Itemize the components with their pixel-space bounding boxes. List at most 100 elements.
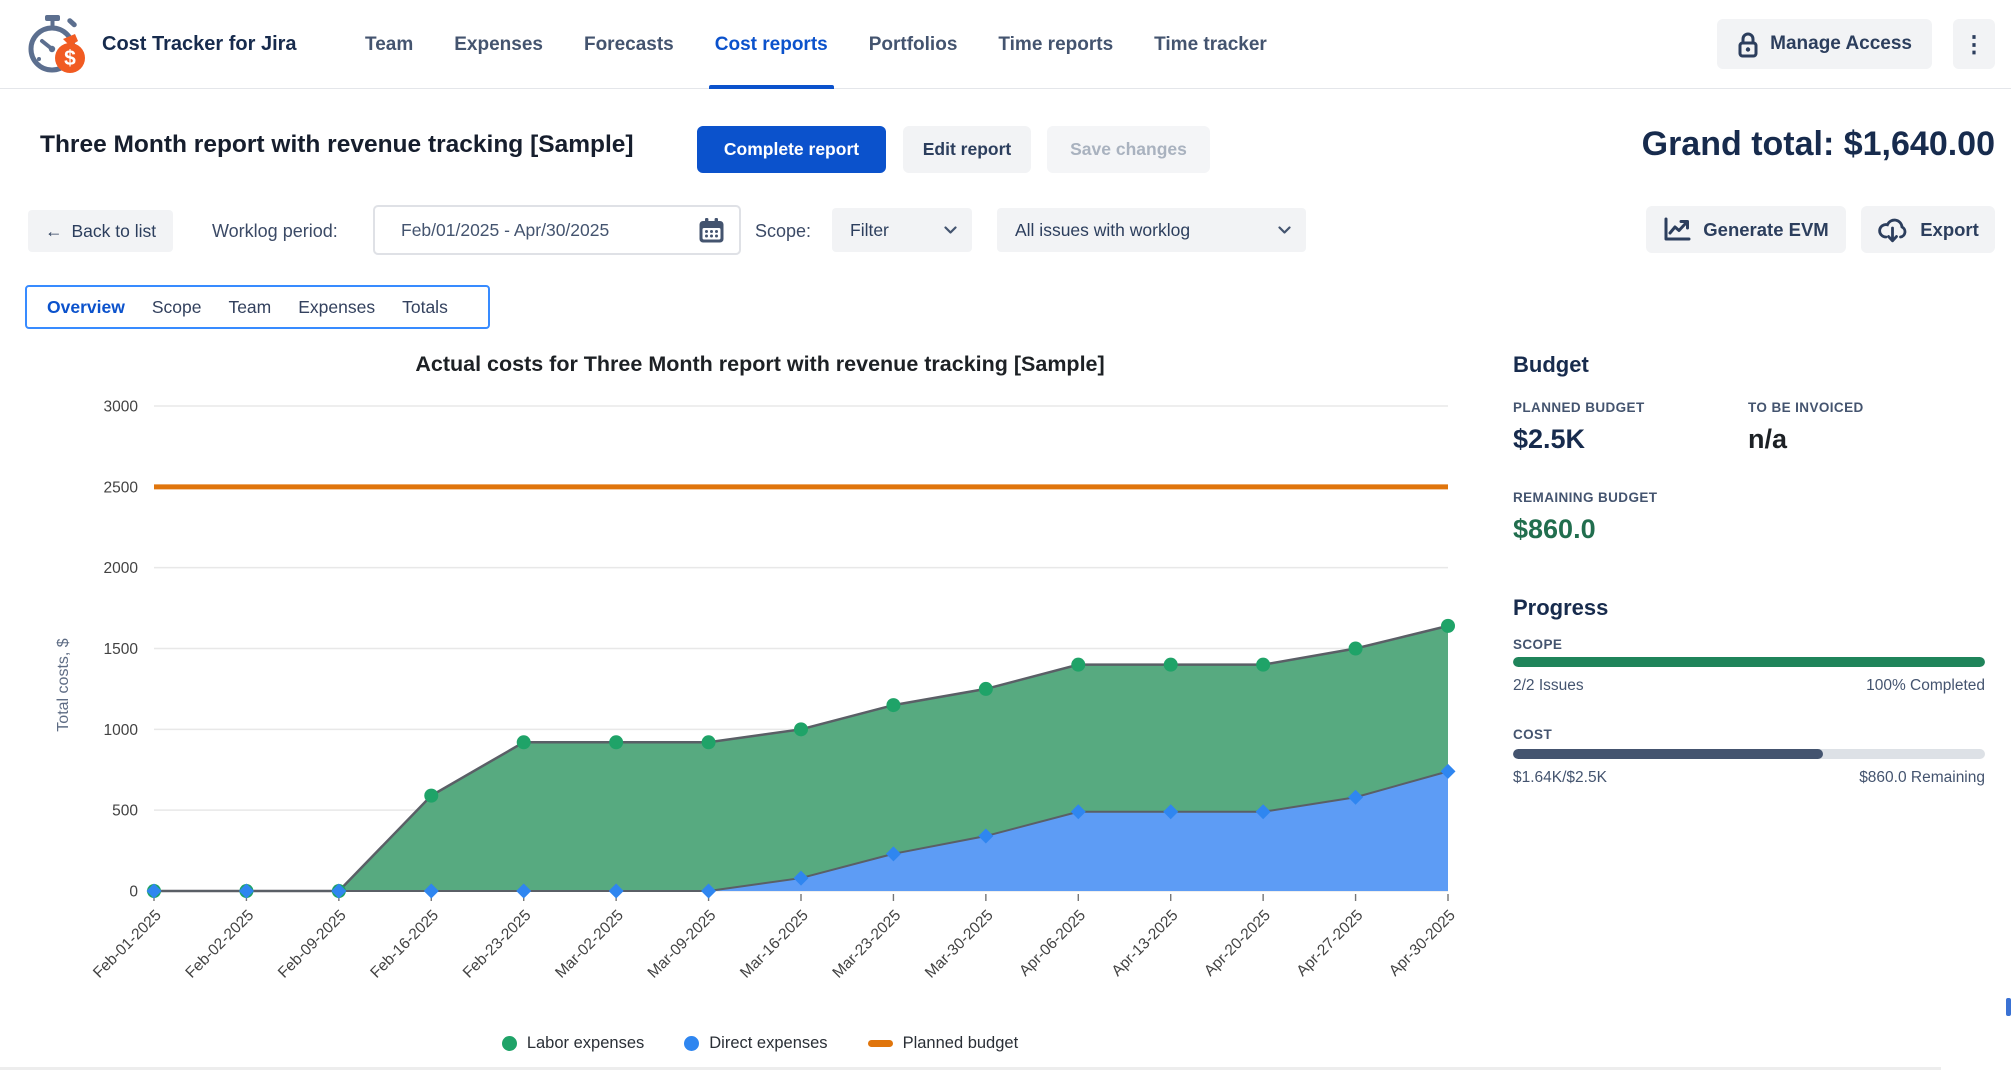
remaining-budget-label: REMAINING BUDGET [1513, 490, 1657, 505]
svg-text:Apr-20-2025: Apr-20-2025 [1201, 907, 1274, 980]
kebab-icon: ⋮ [1963, 31, 1986, 57]
manage-access-label: Manage Access [1770, 33, 1912, 55]
to-be-invoiced-label: TO BE INVOICED [1748, 400, 1864, 415]
more-options-button[interactable]: ⋮ [1953, 19, 1995, 69]
scope-progress-bar [1513, 657, 1985, 667]
generate-evm-button[interactable]: Generate EVM [1646, 206, 1846, 253]
worklog-period-input[interactable] [375, 220, 698, 241]
svg-text:Apr-13-2025: Apr-13-2025 [1109, 907, 1182, 980]
nav-item-cost-reports[interactable]: Cost reports [715, 0, 828, 89]
legend-labor-expenses-label: Labor expenses [527, 1034, 644, 1053]
progress-heading: Progress [1513, 595, 1608, 621]
cost-progress-label: COST [1513, 727, 1552, 742]
worklog-period-field[interactable] [373, 205, 741, 255]
legend-marker-dash [868, 1040, 893, 1047]
lock-icon [1737, 31, 1759, 58]
legend-direct-expenses-label: Direct expenses [709, 1034, 827, 1053]
page-title: Three Month report with revenue tracking… [40, 131, 634, 159]
issues-scope-value: All issues with worklog [1015, 220, 1190, 241]
back-to-list-button[interactable]: ← Back to list [28, 210, 173, 252]
report-tabs: Overview Scope Team Expenses Totals [25, 285, 490, 329]
cost-progress-fill [1513, 749, 1823, 759]
manage-access-button[interactable]: Manage Access [1717, 19, 1932, 69]
chart-title: Actual costs for Three Month report with… [30, 352, 1490, 377]
worklog-period-label: Worklog period: [212, 210, 338, 252]
app-header: $ Cost Tracker for Jira Team Expenses Fore… [0, 0, 2011, 89]
tab-scope[interactable]: Scope [152, 297, 202, 318]
scope-progress-fill [1513, 657, 1985, 667]
generate-evm-label: Generate EVM [1703, 219, 1828, 241]
svg-text:Mar-23-2025: Mar-23-2025 [829, 907, 904, 982]
nav-item-time-tracker[interactable]: Time tracker [1154, 0, 1267, 89]
legend-direct-expenses: Direct expenses [684, 1034, 827, 1053]
scope-issues-text: 2/2 Issues [1513, 677, 1584, 695]
svg-text:Apr-30-2025: Apr-30-2025 [1386, 907, 1459, 980]
nav-item-forecasts[interactable]: Forecasts [584, 0, 674, 89]
svg-text:1000: 1000 [104, 722, 139, 739]
svg-text:500: 500 [112, 803, 138, 820]
cloud-download-icon [1877, 216, 1908, 243]
cost-spent-text: $1.64K/$2.5K [1513, 769, 1607, 787]
to-be-invoiced-value: n/a [1748, 424, 1864, 455]
scope-filter-value: Filter [850, 220, 889, 241]
back-to-list-label: Back to list [72, 221, 157, 242]
svg-text:Mar-09-2025: Mar-09-2025 [645, 907, 720, 982]
save-changes-button: Save changes [1047, 126, 1210, 173]
chevron-down-icon [944, 226, 957, 235]
svg-text:Feb-23-2025: Feb-23-2025 [460, 907, 535, 982]
svg-text:Mar-02-2025: Mar-02-2025 [552, 907, 627, 982]
tab-overview[interactable]: Overview [47, 297, 125, 318]
vertical-scrollbar-thumb[interactable] [2006, 998, 2011, 1016]
scope-filter-dropdown[interactable]: Filter [832, 208, 972, 252]
line-chart-icon [1663, 217, 1691, 242]
grand-total: Grand total: $1,640.00 [1642, 125, 1995, 164]
calendar-icon[interactable] [698, 217, 725, 244]
svg-text:2000: 2000 [104, 560, 139, 577]
app-logo-icon: $ [25, 13, 87, 80]
issues-scope-dropdown[interactable]: All issues with worklog [997, 208, 1306, 252]
tab-team[interactable]: Team [228, 297, 271, 318]
svg-text:Feb-16-2025: Feb-16-2025 [367, 907, 442, 982]
svg-text:3000: 3000 [104, 399, 139, 416]
nav-item-portfolios[interactable]: Portfolios [869, 0, 958, 89]
svg-text:Apr-27-2025: Apr-27-2025 [1293, 907, 1366, 980]
app-title: Cost Tracker for Jira [102, 0, 297, 89]
svg-text:Mar-16-2025: Mar-16-2025 [737, 907, 812, 982]
scope-progress-label: SCOPE [1513, 637, 1562, 652]
svg-text:Feb-02-2025: Feb-02-2025 [182, 907, 257, 982]
to-be-invoiced-block: TO BE INVOICED n/a [1748, 400, 1864, 455]
svg-text:Feb-09-2025: Feb-09-2025 [275, 907, 350, 982]
chevron-down-icon [1278, 226, 1291, 235]
main-nav: Team Expenses Forecasts Cost reports Portfol… [365, 0, 1267, 89]
tab-totals[interactable]: Totals [402, 297, 448, 318]
nav-item-time-reports[interactable]: Time reports [998, 0, 1113, 89]
cost-chart-svg[interactable]: 050010001500200025003000Feb-01-2025Feb-0… [30, 390, 1490, 1070]
tab-expenses[interactable]: Expenses [298, 297, 375, 318]
scope-completed-text: 100% Completed [1866, 677, 1985, 695]
svg-text:Total costs, $: Total costs, $ [55, 638, 72, 731]
complete-report-button[interactable]: Complete report [697, 126, 886, 173]
svg-text:$: $ [64, 47, 76, 70]
cost-remaining-text: $860.0 Remaining [1859, 769, 1985, 787]
svg-text:Feb-01-2025: Feb-01-2025 [90, 907, 165, 982]
back-arrow-icon: ← [45, 221, 63, 242]
edit-report-button[interactable]: Edit report [903, 126, 1031, 173]
svg-text:2500: 2500 [104, 479, 139, 496]
budget-heading: Budget [1513, 352, 1985, 378]
nav-item-expenses[interactable]: Expenses [454, 0, 543, 89]
svg-text:Mar-30-2025: Mar-30-2025 [922, 907, 997, 982]
legend-marker-dot [684, 1036, 699, 1051]
scope-label: Scope: [755, 210, 811, 252]
legend-planned-budget: Planned budget [868, 1034, 1019, 1053]
remaining-budget-value: $860.0 [1513, 514, 1657, 545]
legend-marker-dot [502, 1036, 517, 1051]
svg-text:1500: 1500 [104, 641, 139, 658]
export-button[interactable]: Export [1861, 206, 1995, 253]
export-label: Export [1920, 219, 1979, 241]
legend-labor-expenses: Labor expenses [502, 1034, 644, 1053]
remaining-budget-block: REMAINING BUDGET $860.0 [1513, 490, 1657, 545]
nav-item-team[interactable]: Team [365, 0, 413, 89]
chart-legend: Labor expenses Direct expenses Planned bud… [30, 1034, 1490, 1053]
cost-progress-bar [1513, 749, 1985, 759]
legend-planned-budget-label: Planned budget [903, 1034, 1019, 1053]
